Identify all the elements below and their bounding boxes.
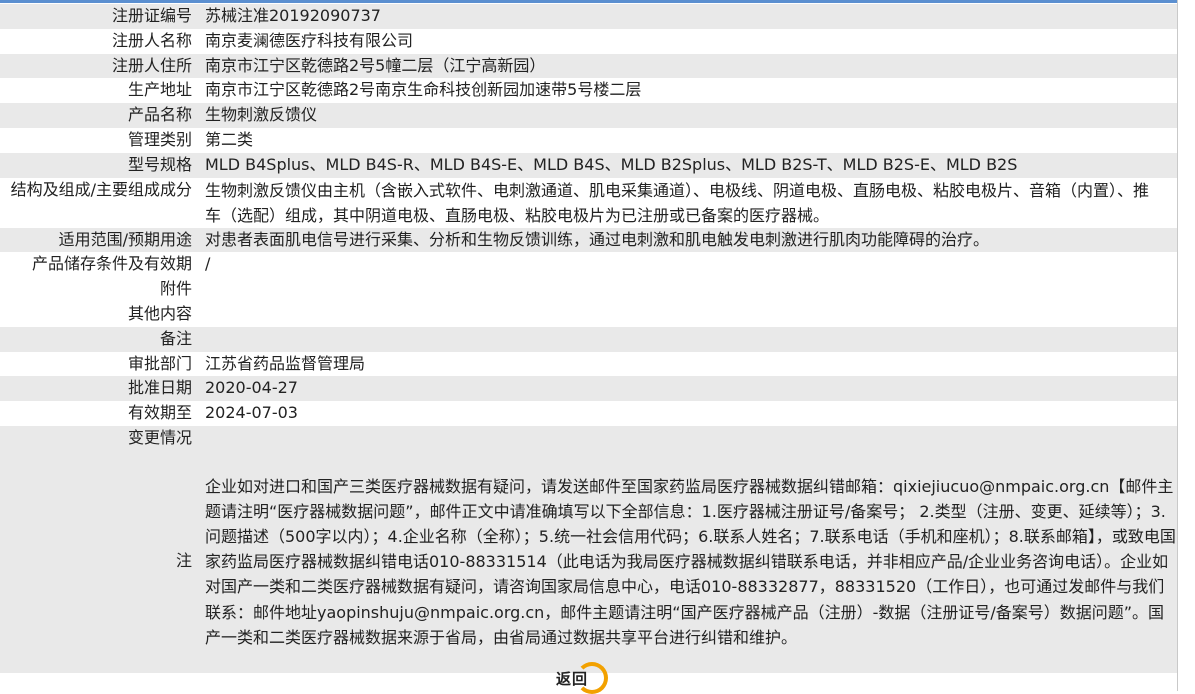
row-approval-date: 批准日期 2020-04-27 [0,376,1177,402]
label-product-name: 产品名称 [127,105,192,125]
row-other-content: 其他内容 [0,301,1177,327]
label-intended-use: 适用范围/预期用途 [58,229,192,249]
label-storage-validity: 产品储存条件及有效期 [31,254,192,274]
row-change-status: 变更情况 [0,425,1177,451]
label-approval-department: 审批部门 [127,353,192,373]
row-registrant-name: 注册人名称 南京麦澜德医疗科技有限公司 [0,28,1177,54]
right-border-line [1177,0,1178,691]
row-storage-validity: 产品储存条件及有效期 / [0,252,1177,278]
value-product-name: 生物刺激反馈仪 [205,105,318,125]
row-product-name: 产品名称 生物刺激反馈仪 [0,103,1177,128]
row-attachments: 附件 [0,277,1177,302]
registration-detail-table: 注册证编号 苏械注准20192090737 注册人名称 南京麦澜德医疗科技有限公… [0,4,1177,673]
row-remarks: 备注 [0,326,1177,352]
value-registrant-address: 南京市江宁区乾德路2号5幢二层（江宁高新园） [205,55,546,75]
row-note: 注 企业如对进口和国产三类医疗器械数据有疑问，请发送邮件至国家药监局医疗器械数据… [0,450,1177,673]
row-production-address: 生产地址 南京市江宁区乾德路2号南京生命科技创新园加速带5号楼二层 [0,78,1177,104]
label-valid-until: 有效期至 [127,403,192,423]
value-management-class: 第二类 [205,129,254,149]
label-registrant-name: 注册人名称 [111,30,192,50]
return-button[interactable]: 返回 [554,660,616,694]
value-approval-date: 2020-04-27 [205,378,298,398]
value-production-address: 南京市江宁区乾德路2号南京生命科技创新园加速带5号楼二层 [205,80,642,100]
row-structure-composition: 结构及组成/主要组成成分 生物刺激反馈仪由主机（含嵌入式软件、电刺激通道、肌电采… [0,177,1177,228]
row-intended-use: 适用范围/预期用途 对患者表面肌电信号进行采集、分析和生物反馈训练，通过电刺激和… [0,227,1177,253]
row-valid-until: 有效期至 2024-07-03 [0,401,1177,426]
label-registrant-address: 注册人住所 [111,55,192,75]
row-registrant-address: 注册人住所 南京市江宁区乾德路2号5幢二层（江宁高新园） [0,53,1177,79]
return-label: 返回 [556,670,589,688]
label-attachments: 附件 [159,279,192,299]
label-approval-date: 批准日期 [127,378,192,398]
value-approval-department: 江苏省药品监督管理局 [205,353,366,373]
value-registrant-name: 南京麦澜德医疗科技有限公司 [205,30,414,50]
row-model-spec: 型号规格 MLD B4Splus、MLD B4S-R、MLD B4S-E、MLD… [0,152,1177,178]
row-management-class: 管理类别 第二类 [0,127,1177,153]
value-structure-composition: 生物刺激反馈仪由主机（含嵌入式软件、电刺激通道、肌电采集通道）、电极线、阴道电极… [205,180,1150,225]
label-model-spec: 型号规格 [127,154,192,174]
label-other-content: 其他内容 [127,303,192,323]
value-registration-number: 苏械注准20192090737 [205,6,381,25]
label-production-address: 生产地址 [127,80,192,100]
label-change-status: 变更情况 [127,427,192,447]
row-approval-department: 审批部门 江苏省药品监督管理局 [0,351,1177,377]
value-valid-until: 2024-07-03 [205,403,298,423]
value-storage-validity: / [205,254,211,274]
label-management-class: 管理类别 [127,129,192,149]
value-intended-use: 对患者表面肌电信号进行采集、分析和生物反馈训练，通过电刺激和肌电触发电刺激进行肌… [205,229,990,249]
value-model-spec: MLD B4Splus、MLD B4S-R、MLD B4S-E、MLD B4S、… [205,154,1018,174]
label-structure-composition: 结构及组成/主要组成成分 [10,179,192,199]
return-area: 返回 [554,660,616,694]
value-note: 企业如对进口和国产三类医疗器械数据有疑问，请发送邮件至国家药监局医疗器械数据纠错… [205,476,1176,647]
row-registration-number: 注册证编号 苏械注准20192090737 [0,4,1177,29]
top-accent-bar [0,0,1177,3]
label-note: 注 [175,551,192,571]
value-change-status [193,426,1177,451]
label-remarks: 备注 [159,328,192,348]
label-registration-number: 注册证编号 [111,6,192,25]
